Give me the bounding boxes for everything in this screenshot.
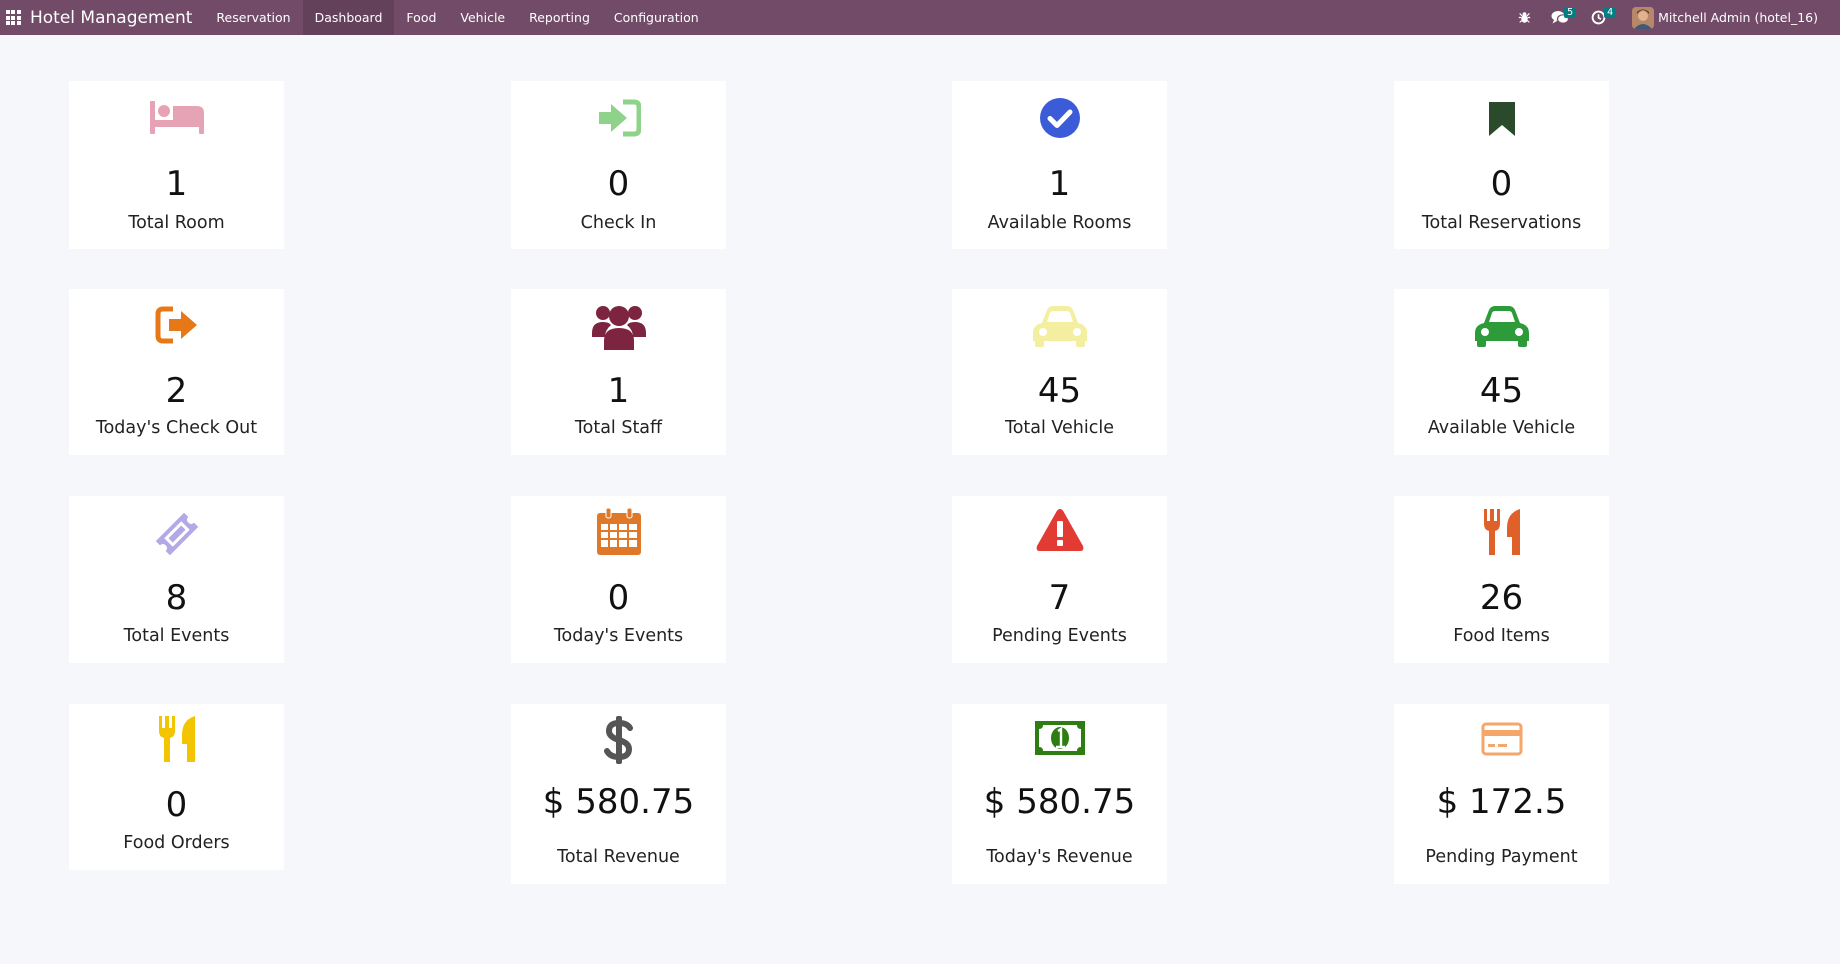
card-food-orders[interactable]: 0 Food Orders xyxy=(69,704,284,870)
card-label: Total Staff xyxy=(574,418,663,438)
user-name: Mitchell Admin (hotel_16) xyxy=(1658,10,1818,25)
card-available-vehicle[interactable]: 45 Available Vehicle xyxy=(1394,289,1609,455)
card-label: Today's Check Out xyxy=(95,418,258,438)
card-value: 0 xyxy=(607,578,630,618)
card-label: Food Orders xyxy=(123,833,230,853)
card-total-reservations[interactable]: 0 Total Reservations xyxy=(1394,81,1609,249)
car-icon xyxy=(1032,306,1087,347)
app-brand[interactable]: Hotel Management xyxy=(30,8,192,28)
menu-item-food[interactable]: Food xyxy=(394,0,448,35)
menu-item-dashboard[interactable]: Dashboard xyxy=(302,0,395,35)
card-total-vehicle[interactable]: 45 Total Vehicle xyxy=(952,289,1167,455)
card-todays-events[interactable]: 0 Today's Events xyxy=(511,496,726,663)
bed-icon xyxy=(149,101,204,134)
card-label: Available Rooms xyxy=(987,213,1132,233)
card-label: Total Vehicle xyxy=(1004,418,1115,438)
check-circle-icon xyxy=(1039,98,1080,138)
messages-button[interactable]: 5 xyxy=(1551,7,1577,25)
card-value: 0 xyxy=(1490,164,1513,204)
menu-item-reservation[interactable]: Reservation xyxy=(204,0,302,35)
menu-item-reporting[interactable]: Reporting xyxy=(517,0,602,35)
card-total-room[interactable]: 1 Total Room xyxy=(69,81,284,249)
cutlery-icon xyxy=(158,716,195,762)
card-total-staff[interactable]: 1 Total Staff xyxy=(511,289,726,455)
activities-count-badge: 4 xyxy=(1604,7,1617,18)
messages-count-badge: 5 xyxy=(1564,7,1577,18)
ticket-icon xyxy=(155,512,198,556)
card-todays-check-out[interactable]: 2 Today's Check Out xyxy=(69,289,284,455)
card-value: 7 xyxy=(1048,578,1071,618)
card-label: Total Revenue xyxy=(557,847,680,867)
navbar-systray: 5 4 Mitchell Admin (hotel_16) xyxy=(1518,0,1840,35)
cutlery-icon xyxy=(1483,509,1520,555)
card-label: Available Vehicle xyxy=(1427,418,1576,438)
card-pending-events[interactable]: 7 Pending Events xyxy=(952,496,1167,663)
card-label: Today's Revenue xyxy=(986,847,1133,867)
bookmark-icon xyxy=(1488,102,1515,136)
card-value: 45 xyxy=(1037,371,1082,411)
card-value: 1 xyxy=(607,371,630,411)
money-icon xyxy=(1034,721,1085,755)
card-value: 2 xyxy=(165,371,188,411)
card-total-revenue[interactable]: $ 580.75 Total Revenue xyxy=(511,704,726,884)
grid-icon xyxy=(5,10,21,25)
warning-icon xyxy=(1036,509,1083,551)
sign-out-icon xyxy=(155,306,197,344)
menu-item-configuration[interactable]: Configuration xyxy=(602,0,711,35)
menu-item-vehicle[interactable]: Vehicle xyxy=(448,0,517,35)
card-value: $ 172.5 xyxy=(1436,782,1567,822)
bug-icon xyxy=(1518,12,1531,23)
card-label: Total Events xyxy=(123,626,230,646)
card-value: $ 580.75 xyxy=(542,782,695,822)
sign-in-icon xyxy=(598,99,641,137)
top-navbar: Hotel Management Reservation Dashboard F… xyxy=(0,0,1840,35)
card-value: 8 xyxy=(165,578,188,618)
debug-button[interactable] xyxy=(1518,11,1531,24)
card-value: 26 xyxy=(1479,578,1524,618)
card-value: 0 xyxy=(607,164,630,204)
car-icon xyxy=(1474,306,1529,347)
card-value: 45 xyxy=(1479,371,1524,411)
card-label: Pending Payment xyxy=(1425,847,1578,867)
activities-button[interactable]: 4 xyxy=(1591,7,1617,25)
card-value: 1 xyxy=(165,164,188,204)
card-label: Today's Events xyxy=(553,626,684,646)
card-label: Total Reservations xyxy=(1421,213,1582,233)
card-pending-payment[interactable]: $ 172.5 Pending Payment xyxy=(1394,704,1609,884)
card-label: Pending Events xyxy=(992,626,1127,646)
card-todays-revenue[interactable]: $ 580.75 Today's Revenue xyxy=(952,704,1167,884)
apps-menu-button[interactable] xyxy=(2,0,24,35)
card-label: Total Room xyxy=(128,213,225,233)
card-label: Food Items xyxy=(1453,626,1550,646)
card-food-items[interactable]: 26 Food Items xyxy=(1394,496,1609,663)
card-value: 0 xyxy=(165,785,188,825)
card-value: 1 xyxy=(1048,164,1071,204)
main-menu: Reservation Dashboard Food Vehicle Repor… xyxy=(204,0,710,35)
card-label: Check In xyxy=(580,213,657,233)
users-icon xyxy=(591,306,646,350)
card-total-events[interactable]: 8 Total Events xyxy=(69,496,284,663)
user-menu[interactable]: Mitchell Admin (hotel_16) xyxy=(1632,6,1818,29)
credit-card-icon xyxy=(1481,722,1522,756)
card-check-in[interactable]: 0 Check In xyxy=(511,81,726,249)
card-value: $ 580.75 xyxy=(983,782,1136,822)
card-available-rooms[interactable]: 1 Available Rooms xyxy=(952,81,1167,249)
avatar xyxy=(1632,6,1655,29)
calendar-icon xyxy=(596,508,641,555)
dollar-icon xyxy=(603,716,633,764)
